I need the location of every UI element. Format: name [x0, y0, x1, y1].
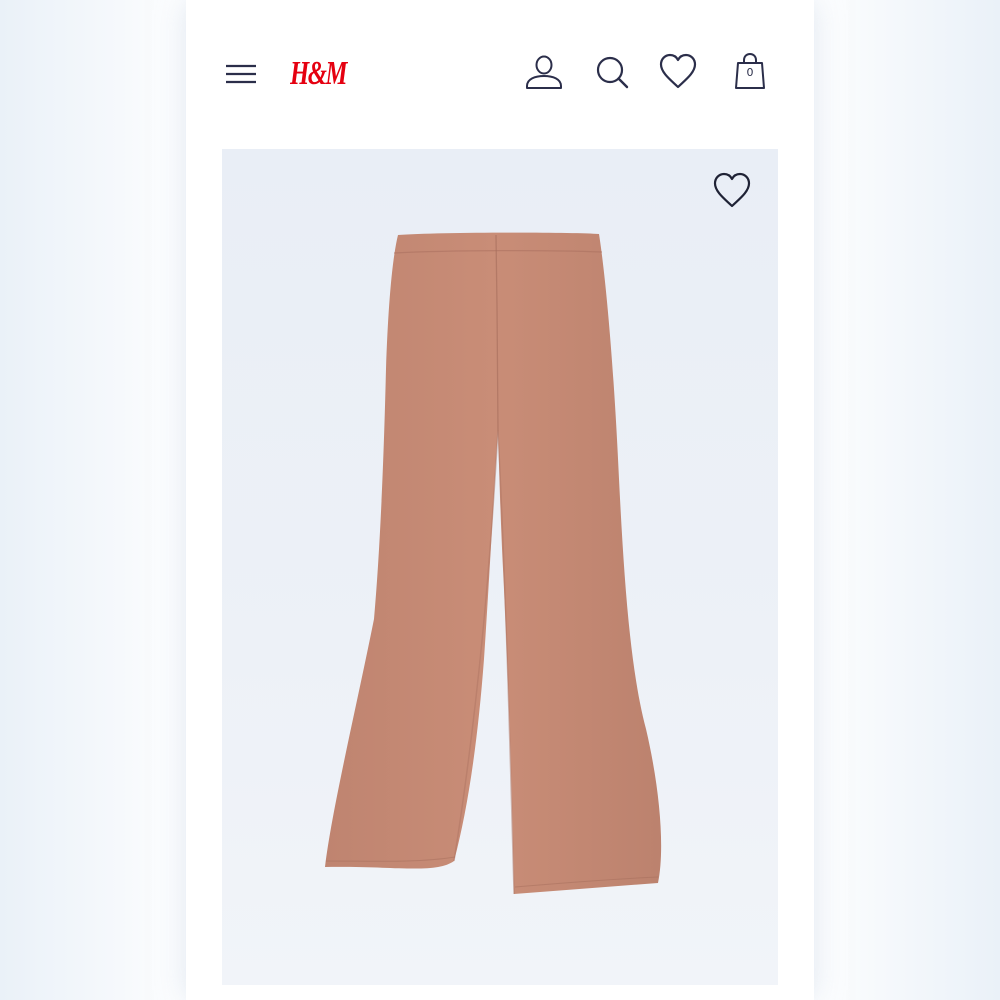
- search-icon: [596, 56, 629, 89]
- hamburger-menu-icon: [226, 64, 256, 84]
- shopping-bag-button[interactable]: 0: [730, 52, 770, 92]
- bag-count-badge: 0: [746, 66, 754, 79]
- favorites-button[interactable]: [658, 52, 698, 92]
- site-header: H&M 0: [186, 0, 814, 140]
- heart-icon: [659, 53, 697, 89]
- mobile-page: H&M 0: [186, 0, 814, 1000]
- logo-text: H&M: [290, 55, 348, 92]
- add-to-favorites-button[interactable]: [712, 171, 752, 211]
- product-card[interactable]: [222, 149, 778, 985]
- heart-outline-icon: [713, 172, 751, 208]
- user-icon: [526, 55, 562, 89]
- account-button[interactable]: [524, 52, 564, 92]
- brand-logo[interactable]: H&M: [289, 50, 350, 94]
- search-button[interactable]: [592, 52, 632, 92]
- flared-trousers-image: [325, 232, 662, 895]
- menu-button[interactable]: [224, 60, 258, 88]
